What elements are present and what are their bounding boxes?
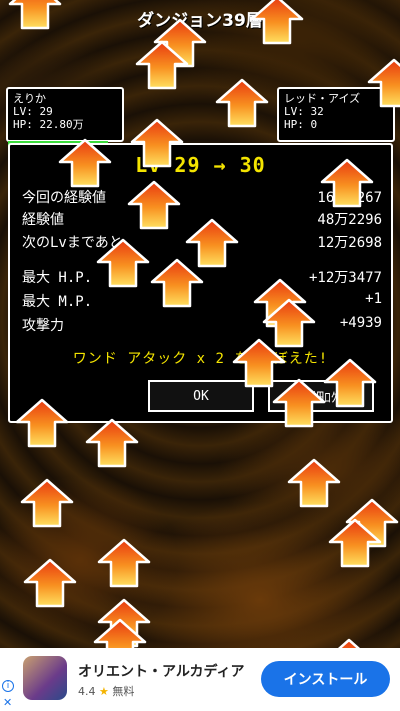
up-arrow-icon <box>338 638 360 648</box>
up-arrow-icon <box>58 138 112 188</box>
stat-label: 経験値 <box>22 212 64 228</box>
up-arrow-icon <box>323 358 377 408</box>
member-level: LV: 29 <box>13 105 53 118</box>
up-arrow-icon <box>320 158 374 208</box>
up-arrow-icon <box>135 40 189 90</box>
ad-close-icon[interactable]: ✕ <box>3 696 12 709</box>
ad-app-meta: 4.4 ★ 無料 <box>78 683 134 699</box>
game-screen[interactable]: ダンジョン39層 えりか LV: 29 HP: 22.80万 レッド・アイズ L… <box>0 0 400 648</box>
stat-value: 48万2296 <box>317 212 382 228</box>
install-button[interactable]: インストール <box>261 661 390 697</box>
member-hp: HP: 0 <box>284 118 318 131</box>
up-arrow-icon <box>272 378 326 428</box>
up-arrow-icon <box>215 78 269 128</box>
up-arrow-icon <box>20 478 74 528</box>
up-arrow-icon <box>23 558 77 608</box>
up-arrow-icon <box>127 180 181 230</box>
stat-label: 攻撃力 <box>22 318 64 334</box>
up-arrow-icon <box>97 538 151 588</box>
ad-app-title[interactable]: オリエント・アルカディア <box>78 661 244 681</box>
ad-info-icon[interactable]: i <box>2 680 14 692</box>
ad-rating: 4.4 <box>78 685 96 698</box>
stat-label: 最大 H.P. <box>22 270 93 286</box>
stat-value: +12万3477 <box>308 270 382 286</box>
up-arrow-icon <box>328 518 382 568</box>
ad-price: 無料 <box>112 685 135 698</box>
up-arrow-icon <box>367 58 400 108</box>
stat-value: +1 <box>365 291 382 307</box>
up-arrow-icon <box>8 0 62 30</box>
stat-value: +4939 <box>339 315 382 331</box>
up-arrow-icon <box>150 258 204 308</box>
star-icon: ★ <box>99 685 109 698</box>
stat-label: 今回の経験値 <box>22 190 106 206</box>
member-name: えりか <box>13 92 46 105</box>
up-arrow-icon <box>93 618 147 648</box>
up-arrow-icon <box>96 238 150 288</box>
up-arrow-icon <box>85 418 139 468</box>
ad-app-icon[interactable] <box>23 656 67 700</box>
up-arrow-icon <box>130 118 184 168</box>
up-arrow-icon <box>287 458 341 508</box>
stat-value: 12万2698 <box>317 235 382 251</box>
member-hp: HP: 22.80万 <box>13 118 84 131</box>
stat-row: 攻撃力 +4939 <box>22 315 382 335</box>
up-arrow-icon <box>15 398 69 448</box>
up-arrow-icon <box>250 0 304 45</box>
party-member-erika[interactable]: えりか LV: 29 HP: 22.80万 <box>6 87 124 146</box>
stat-label: 最大 M.P. <box>22 294 93 310</box>
